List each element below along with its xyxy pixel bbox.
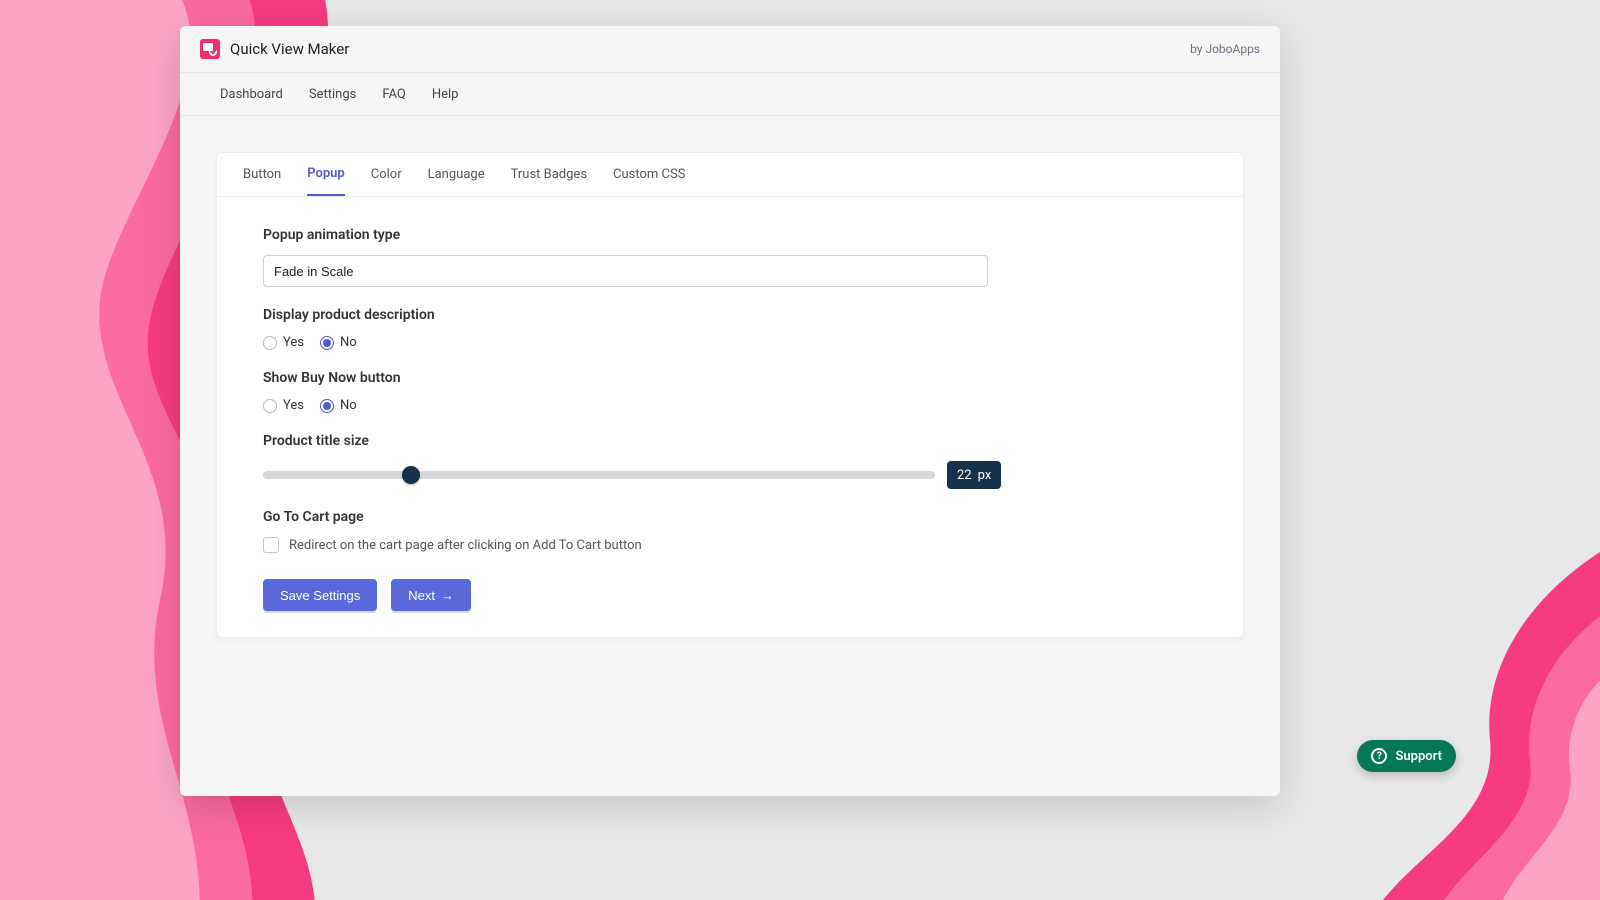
title-size-label: Product title size [263,433,1197,449]
next-label: Next [408,588,435,603]
topbar: Quick View Maker by JoboApps [180,26,1280,72]
save-settings-button[interactable]: Save Settings [263,579,377,611]
redirect-cart-checkbox[interactable] [263,537,279,553]
title-size-unit: px [978,468,992,483]
radio-label: Yes [283,398,304,413]
display-description-label: Display product description [263,307,1197,323]
settings-panel: Button Popup Color Language Trust Badges… [216,152,1244,638]
menu-help[interactable]: Help [432,87,459,102]
app-title: Quick View Maker [230,40,349,58]
byline: by JoboApps [1190,42,1260,56]
animation-type-label: Popup animation type [263,227,1197,243]
support-button[interactable]: ? Support [1357,740,1456,772]
tab-color[interactable]: Color [371,153,402,196]
radio-label: Yes [283,335,304,350]
menu-dashboard[interactable]: Dashboard [220,87,283,102]
display-description-no[interactable]: No [320,335,357,350]
arrow-right-icon: → [441,588,454,603]
title-size-badge: 22 px [947,461,1001,489]
buy-now-label: Show Buy Now button [263,370,1197,386]
radio-label: No [340,398,357,413]
buy-now-no[interactable]: No [320,398,357,413]
slider-thumb[interactable] [402,466,420,484]
title-size-value: 22 [957,468,972,483]
app-logo-icon [200,39,220,59]
radio-label: No [340,335,357,350]
save-settings-label: Save Settings [280,588,360,603]
tab-trust-badges[interactable]: Trust Badges [511,153,587,196]
tab-custom-css[interactable]: Custom CSS [613,153,685,196]
display-description-yes[interactable]: Yes [263,335,304,350]
app-window: Quick View Maker by JoboApps Dashboard S… [180,26,1280,796]
next-button[interactable]: Next → [391,579,471,611]
tab-popup[interactable]: Popup [307,153,345,196]
go-to-cart-label: Go To Cart page [263,509,1197,525]
main-menu: Dashboard Settings FAQ Help [180,72,1280,116]
support-label: Support [1395,749,1442,764]
redirect-cart-label: Redirect on the cart page after clicking… [289,538,642,553]
tab-language[interactable]: Language [428,153,485,196]
brand: Quick View Maker [200,39,349,59]
question-mark-icon: ? [1371,748,1387,764]
menu-settings[interactable]: Settings [309,87,356,102]
buy-now-yes[interactable]: Yes [263,398,304,413]
tab-button[interactable]: Button [243,153,281,196]
menu-faq[interactable]: FAQ [382,87,405,102]
tab-bar: Button Popup Color Language Trust Badges… [217,153,1243,197]
title-size-slider[interactable] [263,471,935,479]
animation-type-select[interactable] [263,255,988,287]
